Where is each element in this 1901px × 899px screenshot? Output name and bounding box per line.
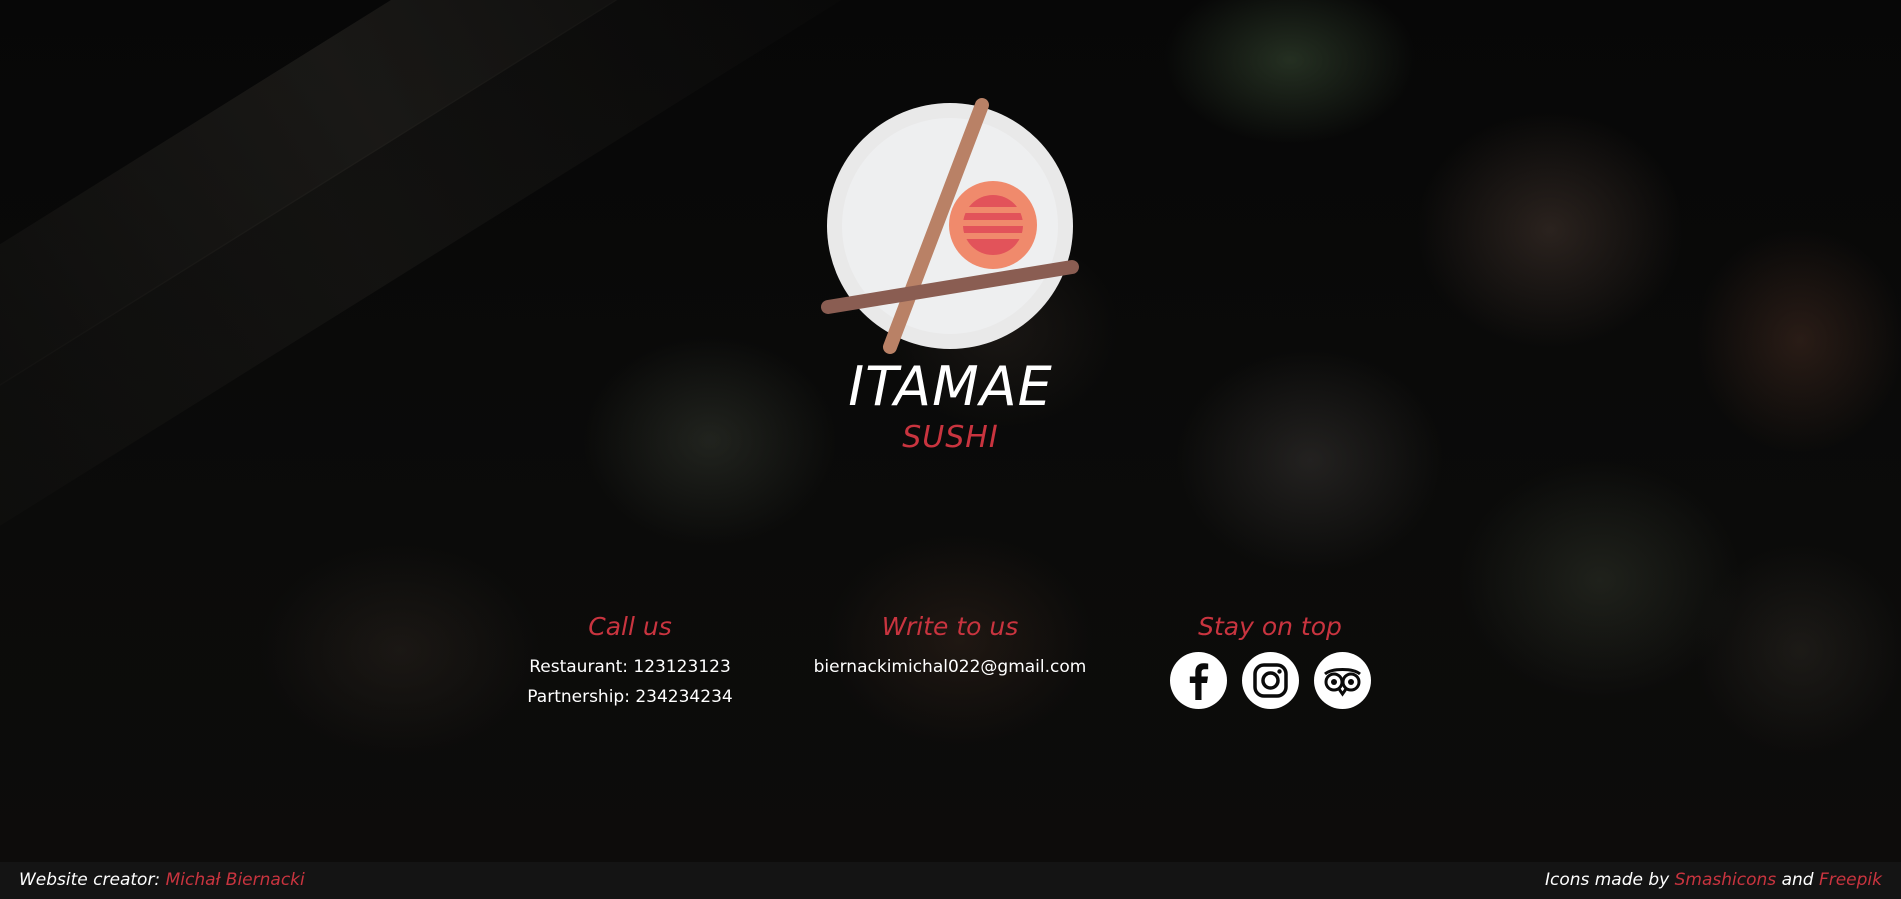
- partnership-phone[interactable]: Partnership: 234234234: [500, 682, 760, 712]
- facebook-icon: [1189, 663, 1208, 700]
- stay-on-top-heading: Stay on top: [1198, 612, 1342, 641]
- icons-label: Icons made by: [1544, 870, 1670, 890]
- creator-label: Website creator:: [19, 870, 161, 890]
- social-links: [1140, 652, 1400, 709]
- icons-credit: Icons made by Smashicons and Freepik: [1545, 862, 1882, 899]
- and-text: and: [1781, 870, 1814, 890]
- brand-title: ITAMAE: [848, 355, 1053, 418]
- write-to-us-section: Write to us biernackimichal022@gmail.com: [800, 612, 1100, 682]
- tripadvisor-icon: [1323, 668, 1361, 697]
- write-to-us-heading: Write to us: [881, 612, 1019, 641]
- social-section: Stay on top: [1140, 612, 1400, 709]
- chopsticks-blur: [0, 0, 935, 631]
- sushi-logo: [820, 95, 1082, 357]
- plate-chopsticks-icon: [821, 98, 1079, 354]
- restaurant-phone[interactable]: Restaurant: 123123123: [500, 652, 760, 682]
- facebook-button[interactable]: [1169, 652, 1227, 709]
- footer: Website creator: Michał Biernacki Icons …: [0, 862, 1901, 899]
- call-us-section: Call us Restaurant: 123123123 Partnershi…: [500, 612, 760, 712]
- email-link[interactable]: biernackimichal022@gmail.com: [800, 652, 1100, 682]
- brand-subtitle: SUSHI: [902, 420, 999, 455]
- call-us-heading: Call us: [588, 612, 672, 641]
- creator-link[interactable]: Michał Biernacki: [166, 870, 305, 890]
- smashicons-link[interactable]: Smashicons: [1675, 870, 1777, 890]
- instagram-button[interactable]: [1241, 652, 1299, 709]
- tripadvisor-button[interactable]: [1313, 652, 1371, 709]
- creator-credit: Website creator: Michał Biernacki: [19, 862, 305, 899]
- instagram-icon: [1252, 663, 1288, 698]
- freepik-link[interactable]: Freepik: [1819, 870, 1882, 890]
